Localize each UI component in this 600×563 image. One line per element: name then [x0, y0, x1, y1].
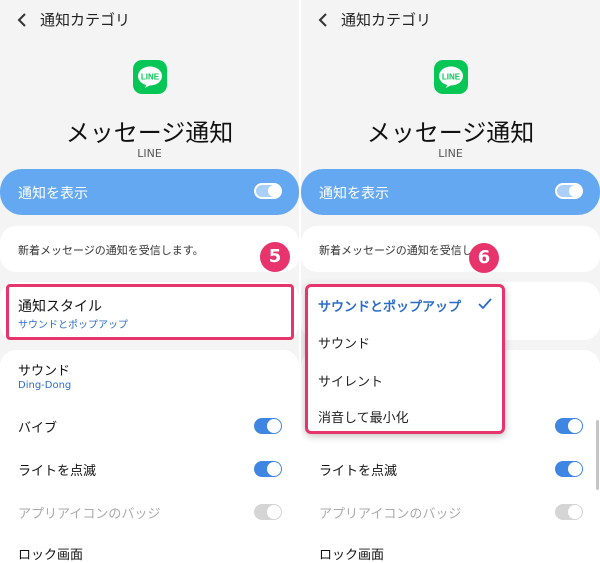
app-icon-text: LINE: [141, 73, 160, 82]
description-text: 新着メッセージの通知を受信しま: [319, 244, 484, 257]
vibrate-toggle[interactable]: [254, 418, 282, 434]
header-title: 通知カテゴリ: [341, 11, 432, 29]
sound-label[interactable]: サウンド: [18, 360, 70, 379]
dropdown-option-mute-minimize[interactable]: 消音して最小化: [318, 407, 409, 426]
settings-screen-left: 通知カテゴリ LINE メッセージ通知 LINE 通知を表示 新着メッセージの通…: [0, 0, 299, 563]
description-text: 新着メッセージの通知を受信します。: [18, 244, 204, 257]
app-badge-label: アプリアイコンのバッジ: [319, 507, 462, 522]
description-card: 新着メッセージの通知を受信しま: [301, 226, 600, 272]
page-title: メッセージ通知: [366, 119, 535, 147]
step-badge: 5: [260, 242, 290, 272]
annotation-highlight-box: [6, 284, 294, 340]
back-arrow-icon[interactable]: [16, 12, 30, 28]
show-notifications-label: 通知を表示: [18, 186, 88, 202]
scrollbar[interactable]: [596, 420, 599, 490]
app-icon-text: LINE: [442, 73, 461, 82]
light-blink-label: ライトを点滅: [18, 464, 97, 479]
dropdown-option-sound[interactable]: サウンド: [318, 333, 370, 352]
show-notifications-toggle[interactable]: [555, 183, 583, 199]
app-badge-label: アプリアイコンのバッジ: [18, 507, 161, 522]
header-title: 通知カテゴリ: [40, 11, 131, 29]
lock-screen-label[interactable]: ロック画面: [319, 544, 384, 563]
notification-style-dropdown: サウンドとポップアップ サウンド サイレント 消音して最小化: [305, 284, 505, 434]
light-blink-toggle[interactable]: [555, 461, 583, 477]
back-arrow-icon[interactable]: [317, 12, 331, 28]
app-badge-toggle[interactable]: [254, 504, 282, 520]
line-app-icon: LINE: [434, 60, 468, 94]
light-blink-toggle[interactable]: [254, 461, 282, 477]
vibrate-toggle[interactable]: [555, 418, 583, 434]
app-badge-toggle[interactable]: [555, 504, 583, 520]
show-notifications-label: 通知を表示: [319, 186, 389, 202]
dropdown-option-sound-and-popup[interactable]: サウンドとポップアップ: [318, 296, 461, 315]
top-bar: 通知カテゴリ: [301, 0, 600, 40]
app-name: LINE: [438, 147, 463, 160]
show-notifications-row[interactable]: 通知を表示: [0, 169, 299, 215]
check-icon: [478, 298, 492, 310]
settings-screen-right: 通知カテゴリ LINE メッセージ通知 LINE 通知を表示 新着メッセージの通…: [301, 0, 600, 563]
line-app-icon: LINE: [133, 60, 167, 94]
page-title: メッセージ通知: [65, 119, 234, 147]
step-badge: 6: [469, 243, 499, 273]
settings-card: サウンド Ding-Dong バイブ ライトを点滅 アプリアイコンのバッジ ロッ…: [0, 350, 299, 563]
top-bar: 通知カテゴリ: [0, 0, 299, 40]
light-blink-label: ライトを点滅: [319, 464, 398, 479]
show-notifications-row[interactable]: 通知を表示: [301, 169, 600, 215]
dropdown-option-silent[interactable]: サイレント: [318, 371, 383, 390]
description-card: 新着メッセージの通知を受信します。: [0, 226, 299, 272]
app-name: LINE: [137, 147, 162, 160]
sound-value: Ding-Dong: [18, 380, 72, 391]
show-notifications-toggle[interactable]: [254, 183, 282, 199]
lock-screen-label[interactable]: ロック画面: [18, 544, 83, 563]
vibrate-label: バイブ: [18, 421, 58, 436]
